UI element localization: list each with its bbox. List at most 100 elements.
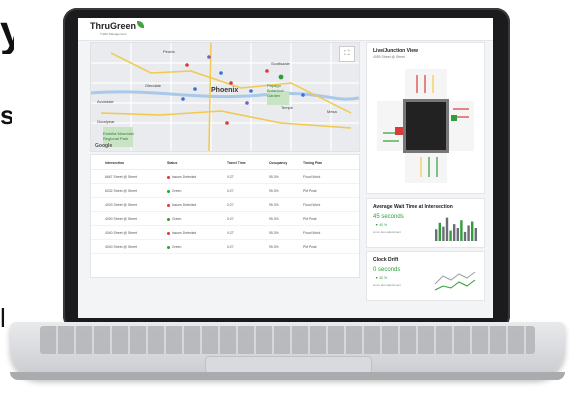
cell-status: Green [167,189,181,193]
table-row[interactable]: 4040 Street @ Street Green 0:27 95.3% PM Pea… [91,241,359,254]
cell-timing-plan: PM Peak [303,217,317,221]
wait-time-delta: ▼ 40 % [375,223,388,227]
wait-time-bar [449,230,452,241]
table-row[interactable]: 6667 Street @ Street Issues Detected 0:27 9… [91,171,359,184]
app-header: ThruGreen Traffic Management [78,18,493,41]
wait-time-bar [463,231,467,241]
wait-time-value: 45 seconds [373,214,404,220]
map-label-goodyear: Goodyear [97,119,115,124]
clock-drift-value: 0 seconds [373,267,401,273]
cell-status: Issues Detected [167,203,196,207]
col-intersection[interactable]: Intersection [105,161,124,165]
wait-time-card[interactable]: Average Wait Time at Intersection 45 sec… [366,198,485,248]
status-text: Issues Detected [172,231,197,235]
cell-timing-plan: PM Peak [303,245,317,249]
wait-time-bar [435,229,438,241]
cell-travel-time: 0:27 [227,231,234,235]
cell-travel-time: 0:27 [227,203,234,207]
wait-time-note: since last adjustment [373,230,402,234]
app-logo[interactable]: ThruGreen [90,21,145,31]
wait-time-bar [467,225,470,241]
cell-timing-plan: PM Peak [303,189,317,193]
live-view-title: Live/Junction View [373,48,418,54]
table-header-row: Intersection Status Travel Time Occupanc… [91,157,359,170]
col-status[interactable]: Status [167,161,177,165]
clock-drift-line-chart [434,271,476,291]
cell-status: Green [167,245,181,249]
cell-intersection: 6032 Street @ Street [105,189,137,193]
map-label-peoria: Peoria [163,49,175,54]
cell-status: Issues Detected [167,175,196,179]
wait-time-bar-chart [435,217,477,241]
intersection-table: Intersection Status Travel Time Occupanc… [90,154,360,278]
junction-diagram [377,69,474,183]
wait-time-bar [442,226,445,241]
cell-intersection: 4040 Street @ Street [105,231,137,235]
table-row[interactable]: 4040 Street @ Street Issues Detected 0:27 9… [91,227,359,240]
leaf-icon [137,21,145,28]
status-dot-icon [167,217,170,221]
wait-time-bar [438,222,441,241]
app-screen: ThruGreen Traffic Management Peoria Scot… [78,18,493,318]
cell-timing-plan: Flood Work [303,175,321,179]
clock-drift-title: Clock Drift [373,257,399,263]
col-travel-time[interactable]: Travel Time [227,161,246,165]
map-label-mesa: Mesa [327,109,337,114]
cell-occupancy: 95.3% [269,231,279,235]
table-row[interactable]: 4000 Street @ Street Green 0:27 95.3% PM Pea… [91,213,359,226]
col-timing-plan[interactable]: Timing Plan [303,161,322,165]
status-text: Issues Detected [172,175,197,179]
status-dot-icon [167,175,170,179]
clock-drift-note: since last adjustment [373,283,402,287]
status-dot-icon [167,203,170,207]
map-label-papago: Papago Botanical Garden [267,83,284,98]
cell-travel-time: 0:27 [227,175,234,179]
edge-glyph-middle: s [0,102,12,128]
map-label-avondale: Avondale [97,99,114,104]
edge-glyph-bottom: l [0,305,6,331]
live-view-subtitle: 4055 Street @ Street [373,55,405,59]
cell-timing-plan: Flood Work [303,203,321,207]
status-text: Green [172,189,182,193]
cell-intersection: 4000 Street @ Street [105,217,137,221]
laptop-keyboard [40,326,535,354]
wait-time-bar [460,220,463,241]
map-label-estrella: Estrella Mountain Regional Park [103,131,134,141]
cell-occupancy: 95.3% [269,203,279,207]
cell-intersection: 4040 Street @ Street [105,245,137,249]
cell-timing-plan: Flood Work [303,231,321,235]
logo-subtitle: Traffic Management [100,32,127,36]
map-label-phoenix: Phoenix [211,87,239,94]
clock-drift-card[interactable]: Clock Drift 0 seconds ▼ 40 % since last … [366,251,485,301]
live-junction-view: Live/Junction View 4055 Street @ Street [366,42,485,194]
col-occupancy[interactable]: Occupancy [269,161,287,165]
table-row[interactable]: 6032 Street @ Street Green 0:27 95.3% PM Pea… [91,185,359,198]
cell-travel-time: 0:27 [227,245,234,249]
status-dot-icon [167,245,170,249]
edge-glyph-top: y [0,10,14,54]
status-dot-icon [167,189,170,193]
map-label-tempe: Tempe [281,105,294,110]
map-label-scottsdale: Scottsdale [271,61,290,66]
traffic-map[interactable]: Peoria Scottsdale Phoenix Glendale Tempe… [90,42,360,152]
table-row[interactable]: 4003 Street @ Street Issues Detected 0:27 9… [91,199,359,212]
cell-occupancy: 95.3% [269,245,279,249]
cell-status: Issues Detected [167,231,196,235]
wait-time-bar [474,228,477,241]
cell-travel-time: 0:27 [227,217,234,221]
map-label-glendale: Glendale [145,83,162,88]
cell-occupancy: 95.3% [269,189,279,193]
cell-travel-time: 0:27 [227,189,234,193]
logo-text: ThruGreen [90,21,137,31]
map-credit: Google [95,143,113,149]
status-text: Green [172,245,182,249]
status-text: Issues Detected [172,203,197,207]
laptop-base-lip [10,372,565,380]
cell-intersection: 4003 Street @ Street [105,203,137,207]
wait-time-bar [471,221,474,241]
wait-time-title: Average Wait Time at Intersection [373,204,453,210]
map-fullscreen-button[interactable]: ⛶ [339,46,355,62]
wait-time-bar [445,217,449,241]
clock-drift-delta: ▼ 40 % [375,276,388,280]
cell-intersection: 6667 Street @ Street [105,175,137,179]
